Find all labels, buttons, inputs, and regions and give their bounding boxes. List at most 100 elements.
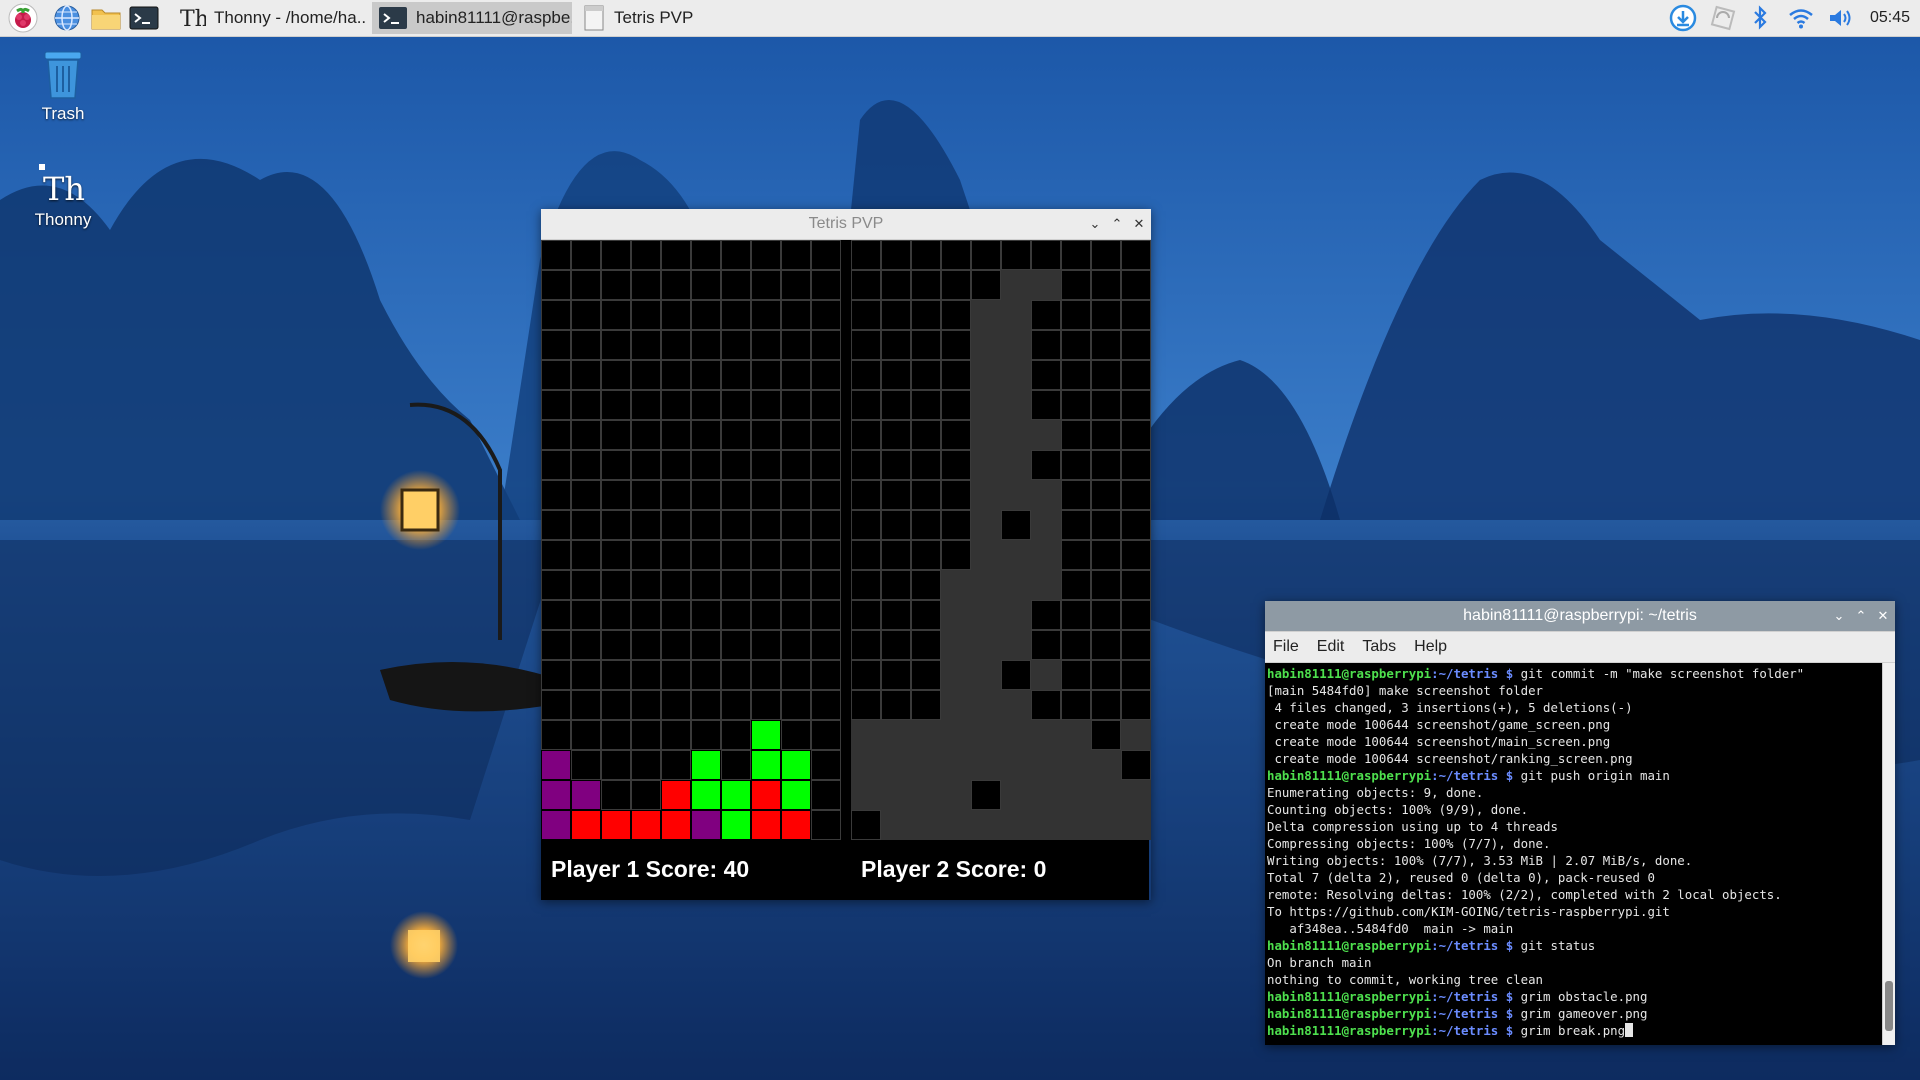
tetris-canvas[interactable]: Player 1 Score: 40 Player 2 Score: 0: [541, 240, 1151, 900]
block-cell: [691, 750, 721, 780]
block-cell: [971, 630, 1001, 660]
terminal-output[interactable]: habin81111@raspberrypi:~/tetris $ git co…: [1265, 663, 1895, 1045]
block-cell: [941, 630, 971, 660]
terminal-line: Writing objects: 100% (7/7), 3.53 MiB | …: [1267, 852, 1895, 869]
block-cell: [971, 720, 1001, 750]
empty-cell: [911, 480, 941, 510]
empty-cell: [631, 390, 661, 420]
block-cell: [1061, 780, 1091, 810]
minimize-button[interactable]: ⌄: [1833, 601, 1845, 631]
wifi-tray-button[interactable]: [1786, 3, 1816, 33]
desktop-icon-thonny[interactable]: Th Thonny: [8, 150, 118, 230]
desktop-icon-trash[interactable]: Trash: [8, 44, 118, 124]
empty-cell: [541, 360, 571, 390]
updater-tray-button[interactable]: [1668, 3, 1698, 33]
block-cell: [971, 450, 1001, 480]
task-terminal[interactable]: habin81111@raspbe..: [372, 2, 572, 34]
bluetooth-tray-button[interactable]: [1748, 3, 1772, 33]
empty-cell: [911, 330, 941, 360]
empty-cell: [601, 480, 631, 510]
block-cell: [971, 570, 1001, 600]
raspberry-menu-button[interactable]: [8, 3, 38, 33]
empty-cell: [691, 270, 721, 300]
empty-cell: [881, 570, 911, 600]
task-thonny[interactable]: Th Thonny - /home/ha..: [172, 2, 372, 34]
empty-cell: [661, 420, 691, 450]
empty-cell: [941, 360, 971, 390]
minimize-button[interactable]: ⌄: [1089, 209, 1101, 239]
desktop-icon-label: Thonny: [34, 210, 92, 229]
empty-cell: [751, 450, 781, 480]
close-button[interactable]: ✕: [1877, 601, 1889, 631]
prompt-path: :~/tetris $: [1431, 1006, 1514, 1021]
block-cell: [971, 390, 1001, 420]
globe-icon: [54, 5, 80, 31]
block-cell: [971, 810, 1001, 840]
empty-cell: [1091, 720, 1121, 750]
empty-cell: [1061, 600, 1091, 630]
line-text: [main 5484fd0] make screenshot folder: [1267, 683, 1544, 698]
maximize-button[interactable]: ⌃: [1111, 209, 1123, 239]
browser-launcher[interactable]: [52, 3, 82, 33]
terminal-line: af348ea..5484fd0 main -> main: [1267, 920, 1895, 937]
empty-cell: [691, 720, 721, 750]
empty-cell: [1061, 690, 1091, 720]
terminal-scrollbar[interactable]: [1882, 663, 1895, 1045]
terminal-line: Delta compression using up to 4 threads: [1267, 818, 1895, 835]
maximize-button[interactable]: ⌃: [1855, 601, 1867, 631]
empty-cell: [811, 300, 841, 330]
empty-cell: [781, 540, 811, 570]
empty-cell: [911, 510, 941, 540]
empty-cell: [941, 240, 971, 270]
empty-cell: [721, 390, 751, 420]
menu-help[interactable]: Help: [1414, 638, 1447, 656]
empty-cell: [851, 510, 881, 540]
window-titlebar[interactable]: habin81111@raspberrypi: ~/tetris ⌄ ⌃ ✕: [1265, 601, 1895, 632]
empty-cell: [851, 540, 881, 570]
block-cell: [1031, 270, 1061, 300]
block-cell: [541, 750, 571, 780]
block-cell: [971, 600, 1001, 630]
empty-cell: [781, 660, 811, 690]
window-titlebar[interactable]: Tetris PVP ⌄ ⌃ ✕: [541, 209, 1151, 240]
menu-file[interactable]: File: [1273, 638, 1299, 656]
terminal-launcher[interactable]: [128, 3, 160, 33]
empty-cell: [631, 720, 661, 750]
empty-cell: [661, 570, 691, 600]
empty-cell: [851, 570, 881, 600]
close-button[interactable]: ✕: [1133, 209, 1145, 239]
empty-cell: [571, 540, 601, 570]
prompt-path: :~/tetris $: [1431, 1023, 1514, 1038]
task-tetris[interactable]: Tetris PVP: [576, 2, 736, 34]
file-manager-launcher[interactable]: [90, 3, 122, 33]
empty-cell: [811, 630, 841, 660]
empty-cell: [971, 780, 1001, 810]
menu-tabs[interactable]: Tabs: [1362, 638, 1396, 656]
prompt-user: habin81111@raspberrypi: [1267, 768, 1432, 783]
tetris-window: Tetris PVP ⌄ ⌃ ✕ Player 1 Score: 40 Play…: [541, 209, 1151, 900]
block-cell: [541, 810, 571, 840]
terminal-line: create mode 100644 screenshot/game_scree…: [1267, 716, 1895, 733]
scrollbar-thumb[interactable]: [1885, 981, 1893, 1031]
menu-edit[interactable]: Edit: [1317, 638, 1345, 656]
empty-cell: [571, 360, 601, 390]
block-cell: [1001, 420, 1031, 450]
empty-cell: [941, 300, 971, 330]
block-cell: [941, 660, 971, 690]
volume-tray-button[interactable]: [1826, 3, 1856, 33]
empty-cell: [721, 630, 751, 660]
empty-cell: [781, 480, 811, 510]
empty-cell: [971, 270, 1001, 300]
empty-cell: [661, 300, 691, 330]
block-cell: [971, 420, 1001, 450]
empty-cell: [691, 540, 721, 570]
block-cell: [881, 750, 911, 780]
sync-tray-button[interactable]: [1708, 3, 1738, 33]
line-text: af348ea..5484fd0 main -> main: [1267, 921, 1514, 936]
line-text: Writing objects: 100% (7/7), 3.53 MiB | …: [1267, 853, 1693, 868]
clock[interactable]: 05:45: [1870, 0, 1910, 36]
empty-cell: [541, 720, 571, 750]
block-cell: [691, 810, 721, 840]
terminal-line: nothing to commit, working tree clean: [1267, 971, 1895, 988]
empty-cell: [631, 300, 661, 330]
